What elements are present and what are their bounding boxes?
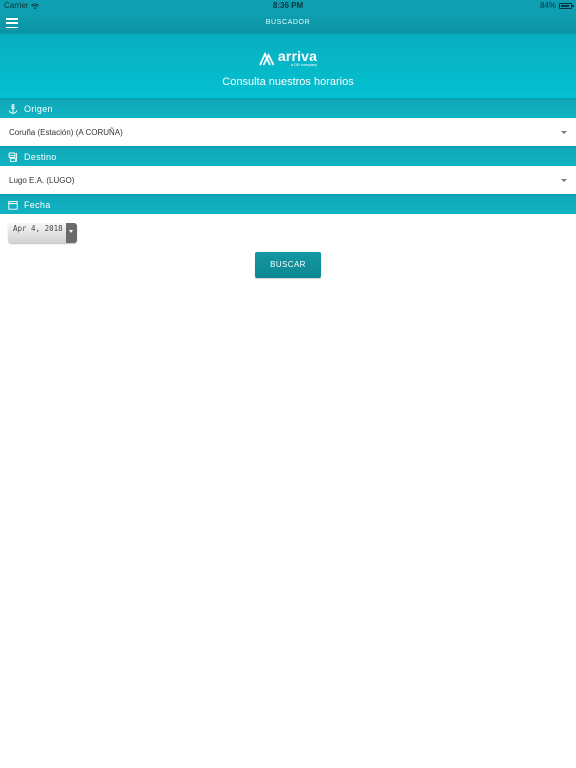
logo-subtext: a DB company: [290, 62, 318, 67]
destination-section-header: Destino: [0, 146, 576, 166]
page-title: BUSCADOR: [265, 19, 311, 26]
chevron-down-icon: [561, 131, 567, 134]
origin-value: Coruña (Estación) (A CORUÑA): [9, 128, 123, 137]
origin-label: Origen: [24, 103, 53, 114]
bus-stop-icon: [8, 152, 17, 162]
destination-value: Lugo E.A. (LUGO): [9, 176, 75, 185]
date-picker[interactable]: Apr 4, 2018: [8, 223, 77, 243]
destination-select[interactable]: Lugo E.A. (LUGO): [0, 166, 576, 195]
calendar-icon: [8, 201, 18, 210]
anchor-icon: [8, 104, 18, 114]
battery-percent: 84%: [539, 1, 556, 10]
origin-select[interactable]: Coruña (Estación) (A CORUÑA): [0, 118, 576, 147]
arriva-logo: arriva a DB company: [0, 48, 576, 67]
status-bar: Carrier 8:36 PM 84%: [0, 0, 576, 12]
chevron-down-icon: [561, 179, 567, 182]
arriva-logo-mark-icon: [258, 51, 275, 65]
hero-subtitle: Consulta nuestros horarios: [222, 76, 354, 88]
battery-info: 84%: [539, 0, 574, 12]
date-value: Apr 4, 2018: [13, 224, 63, 233]
date-label: Fecha: [24, 199, 51, 210]
hero-header: arriva a DB company Consulta nuestros ho…: [0, 34, 576, 100]
destination-label: Destino: [24, 151, 57, 162]
date-section-header: Fecha: [0, 194, 576, 214]
logo-word: arriva: [277, 48, 318, 64]
top-navigation-bar: BUSCADOR: [0, 12, 576, 34]
status-time: 8:36 PM: [272, 1, 304, 10]
search-button[interactable]: BUSCAR: [255, 252, 321, 278]
origin-section-header: Origen: [0, 98, 576, 118]
battery-icon: [559, 3, 574, 9]
date-dropdown-button[interactable]: [66, 223, 77, 243]
